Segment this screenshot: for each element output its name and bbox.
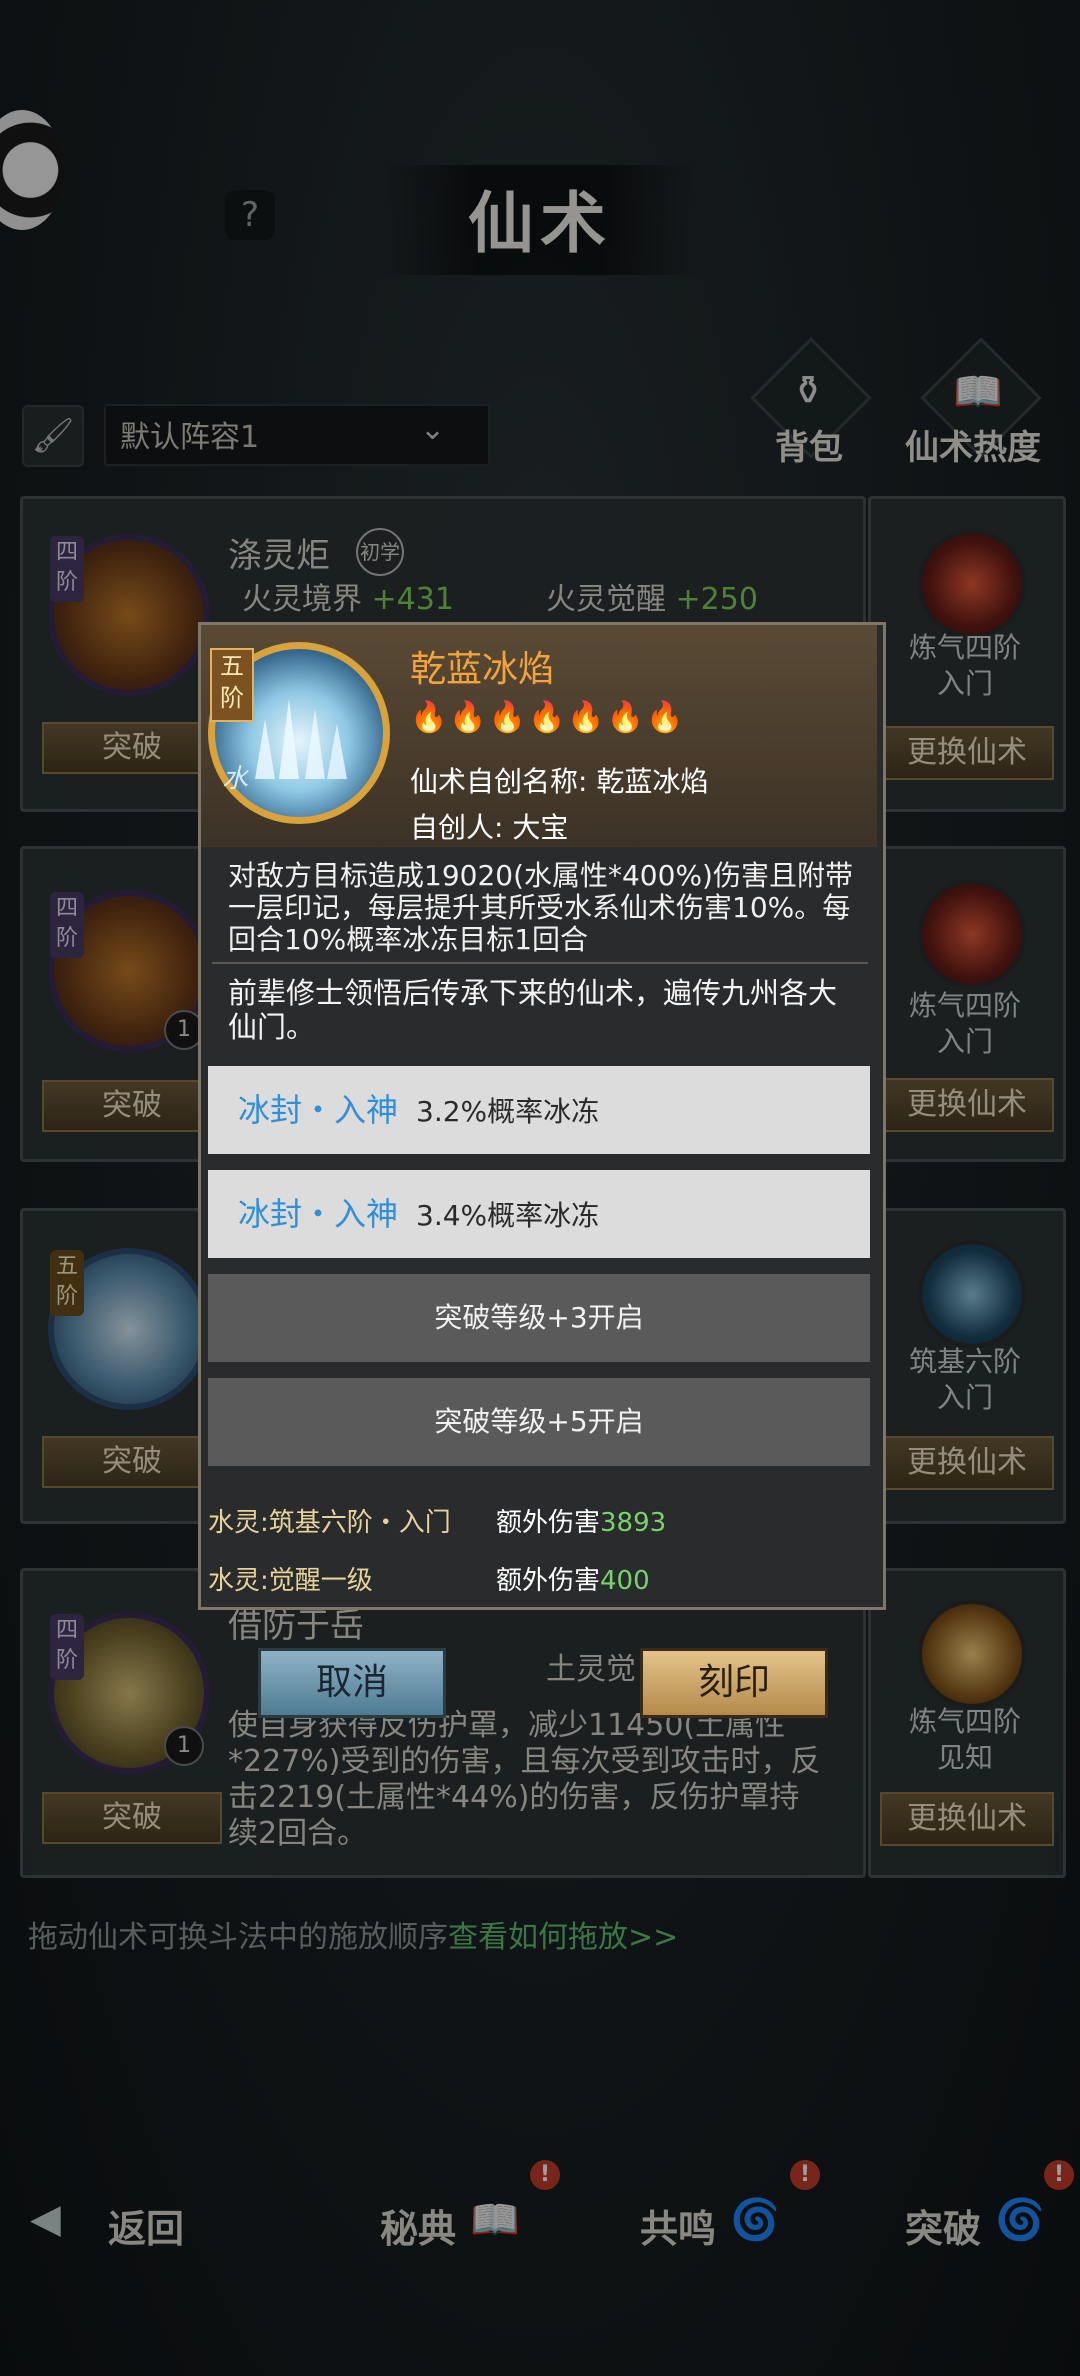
engrave-option[interactable]: 冰封・入神 3.2%概率冰冻 [208,1066,870,1154]
stat-row: 水灵:筑基六阶・入门 [208,1508,451,1538]
skill-lore: 前辈修士领悟后传承下来的仙术，遍传九州各大仙门。 [228,976,838,1044]
stat-row: 水灵:觉醒一级 [208,1566,373,1596]
stat-row-value: 额外伤害3893 [496,1508,667,1538]
locked-slot: 突破等级+5开启 [208,1378,870,1466]
locked-slot: 突破等级+3开启 [208,1274,870,1362]
skill-description: 对敌方目标造成19020(水属性*400%)伤害且附带一层印记，每层提升其所受水… [228,859,853,956]
flame-rank-icons: 🔥🔥🔥🔥🔥🔥🔥 [410,700,686,735]
skill-name: 乾蓝冰焰 [410,649,555,690]
stat-row-value: 额外伤害400 [496,1566,650,1596]
creator-label: 自创人: 大宝 [410,811,569,844]
element-mark: 水 [222,764,249,794]
custom-name-label: 仙术自创名称: 乾蓝冰焰 [410,765,709,798]
divider [212,962,868,964]
engrave-button[interactable]: 刻印 [640,1648,828,1718]
cancel-button[interactable]: 取消 [258,1648,446,1718]
tier-tag: 五阶 [210,648,254,722]
engrave-option[interactable]: 冰封・入神 3.4%概率冰冻 [208,1170,870,1258]
